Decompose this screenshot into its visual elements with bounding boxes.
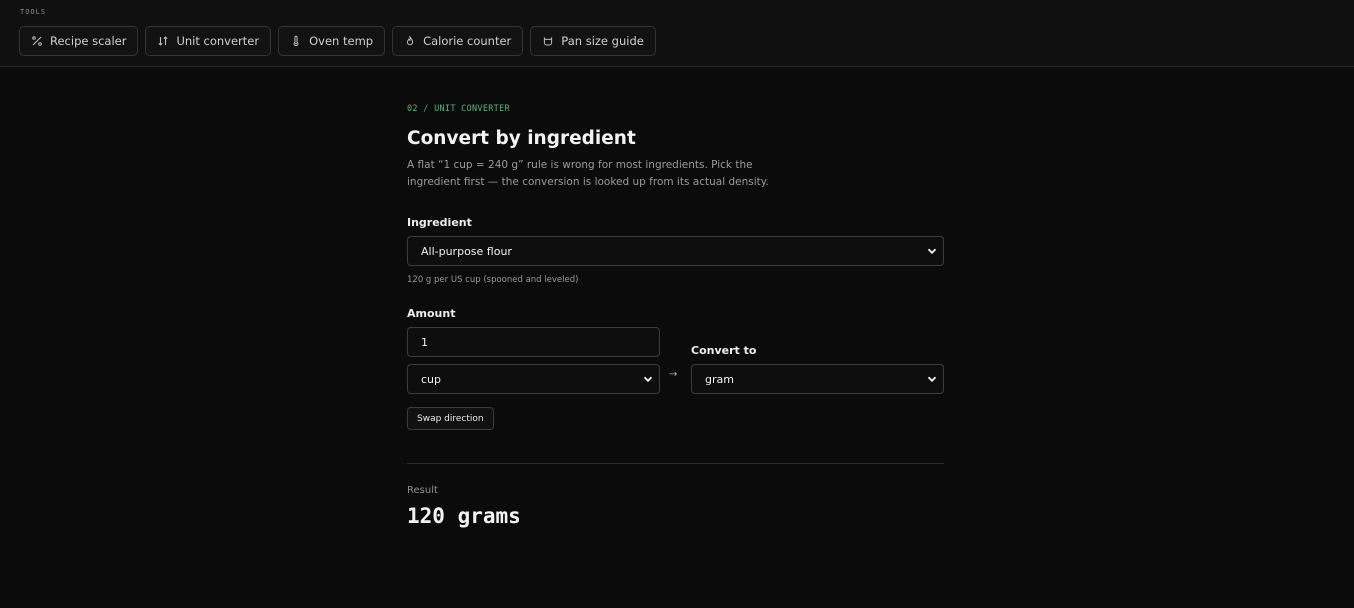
oven-temp-button[interactable]: Oven temp bbox=[278, 26, 386, 56]
from-unit-selected: cup bbox=[421, 372, 442, 386]
swap-arrows-icon bbox=[157, 35, 169, 47]
recipe-scaler-button[interactable]: Recipe scaler bbox=[19, 26, 139, 56]
from-unit-select[interactable]: cup bbox=[407, 364, 660, 394]
swap-direction-button[interactable]: Swap direction bbox=[407, 407, 494, 430]
to-unit-selected: gram bbox=[705, 372, 734, 386]
calorie-counter-label: Calorie counter bbox=[423, 34, 512, 48]
convert-arrow-icon: → bbox=[669, 369, 678, 380]
tools-label: TOOLS bbox=[20, 8, 47, 16]
thermometer-icon bbox=[290, 35, 302, 47]
page-title: Convert by ingredient bbox=[407, 128, 636, 149]
pan-size-guide-button[interactable]: Pan size guide bbox=[530, 26, 656, 56]
to-unit-select[interactable]: gram bbox=[691, 364, 944, 394]
convert-to-label: Convert to bbox=[691, 344, 757, 357]
calorie-counter-button[interactable]: Calorie counter bbox=[392, 26, 524, 56]
amount-label: Amount bbox=[407, 307, 456, 320]
pan-icon bbox=[542, 35, 554, 47]
recipe-scaler-label: Recipe scaler bbox=[50, 34, 127, 48]
divider bbox=[407, 463, 944, 464]
unit-converter-label: Unit converter bbox=[176, 34, 260, 48]
ingredient-select[interactable]: All-purpose flour bbox=[407, 236, 944, 266]
pan-size-guide-label: Pan size guide bbox=[561, 34, 644, 48]
percent-icon bbox=[31, 35, 43, 47]
amount-input[interactable]: 1 bbox=[407, 327, 660, 357]
ingredient-label: Ingredient bbox=[407, 216, 472, 229]
page-description: A flat “1 cup = 240 g” rule is wrong for… bbox=[407, 159, 769, 188]
result-label: Result bbox=[407, 485, 438, 496]
ingredient-selected: All-purpose flour bbox=[421, 244, 512, 258]
breadcrumb: 02 / UNIT CONVERTER bbox=[407, 104, 510, 114]
result-value: 120 grams bbox=[407, 504, 521, 528]
chevron-down-icon bbox=[642, 373, 654, 385]
tools-nav: Recipe scaler Unit converter Oven temp C… bbox=[19, 26, 656, 56]
oven-temp-label: Oven temp bbox=[309, 34, 374, 48]
amount-value: 1 bbox=[421, 335, 428, 349]
chevron-down-icon bbox=[926, 373, 938, 385]
converter-panel: 02 / UNIT CONVERTER Convert by ingredien… bbox=[407, 104, 944, 528]
tools-bar: TOOLS Recipe scaler Unit converter Oven … bbox=[0, 0, 1354, 67]
unit-converter-button[interactable]: Unit converter bbox=[145, 26, 272, 56]
flame-icon bbox=[404, 35, 416, 47]
chevron-down-icon bbox=[926, 245, 938, 257]
ingredient-density-hint: 120 g per US cup (spooned and leveled) bbox=[407, 275, 579, 285]
